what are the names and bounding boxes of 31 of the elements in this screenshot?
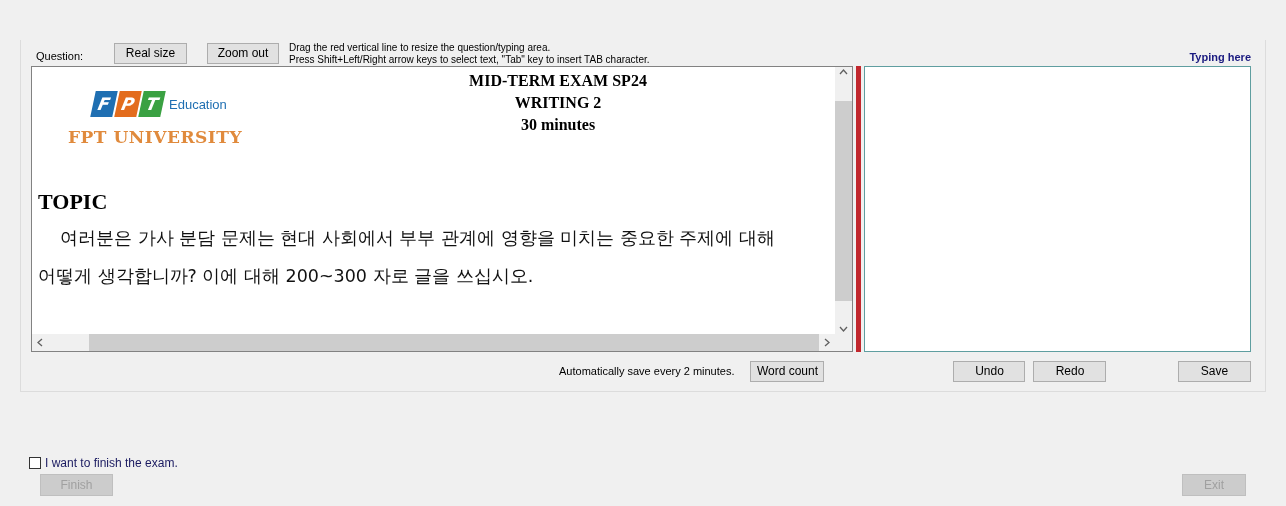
- save-button[interactable]: Save: [1178, 360, 1251, 382]
- typing-area[interactable]: [864, 66, 1251, 352]
- logo-tile: F: [90, 91, 118, 117]
- zoom-out-button[interactable]: Zoom out: [207, 42, 279, 64]
- logo-tile: T: [138, 91, 166, 117]
- scroll-thumb[interactable]: [835, 100, 852, 301]
- scroll-up-icon[interactable]: [839, 67, 848, 76]
- finish-checkbox[interactable]: [29, 457, 41, 469]
- typing-label: Typing here: [1189, 51, 1251, 63]
- redo-button[interactable]: Redo: [1033, 360, 1107, 382]
- logo-wordmark: FPT UNIVERSITY: [68, 127, 243, 147]
- real-size-button[interactable]: Real size: [114, 42, 187, 64]
- logo-tile: P: [114, 91, 142, 117]
- question-text: 여러분은 가사 분담 문제는 현대 사회에서 부부 관계에 영향을 미치는 중요한 주제에 대해 어떻게 생각합니까? 이에 대해 200~300 자로 글을 쓰십시오.: [38, 227, 776, 288]
- vertical-scrollbar[interactable]: [835, 67, 852, 334]
- scroll-right-icon[interactable]: [822, 338, 831, 347]
- resize-splitter[interactable]: [856, 66, 861, 352]
- checkbox-label: I want to finish the exam.: [45, 456, 178, 470]
- scroll-left-icon[interactable]: [36, 338, 45, 347]
- hint-text: Press Shift+Left/Right arrow keys to select text, "Tab" key to insert TAB character.: [289, 54, 650, 66]
- autosave-note: Automatically save every 2 minutes.: [559, 365, 735, 377]
- topic-heading: TOPIC: [38, 189, 109, 215]
- logo-caption: Education: [169, 96, 227, 112]
- word-count-button[interactable]: Word count: [750, 360, 825, 382]
- undo-button[interactable]: Undo: [953, 360, 1026, 382]
- hint-text: Drag the red vertical line to resize the question/typing area.: [289, 42, 552, 54]
- question-label: Question:: [36, 50, 85, 62]
- exam-title: MID-TERM EXAM SP24: [469, 71, 647, 91]
- exam-title: 30 minutes: [520, 115, 596, 135]
- exam-title: WRITING 2: [514, 93, 602, 113]
- scroll-down-icon[interactable]: [839, 325, 848, 334]
